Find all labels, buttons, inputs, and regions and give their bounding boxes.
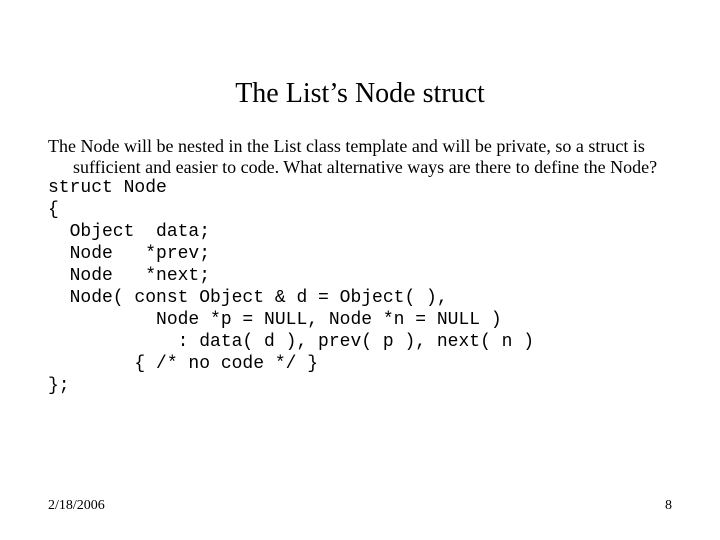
- code-line: Node *next;: [48, 266, 684, 288]
- code-line: Node *prev;: [48, 244, 684, 266]
- footer-page-number: 8: [665, 498, 672, 514]
- code-line: : data( d ), prev( p ), next( n ): [48, 332, 684, 354]
- code-line: };: [48, 376, 684, 398]
- code-line: struct Node: [48, 178, 684, 200]
- page-title: The List’s Node struct: [0, 78, 720, 110]
- code-line: { /* no code */ }: [48, 354, 684, 376]
- code-line: {: [48, 200, 684, 222]
- footer-date: 2/18/2006: [48, 498, 105, 514]
- code-line: Node( const Object & d = Object( ),: [48, 288, 684, 310]
- code-line: Node *p = NULL, Node *n = NULL ): [48, 310, 684, 332]
- slide: The List’s Node struct The Node will be …: [0, 0, 720, 540]
- slide-body: The Node will be nested in the List clas…: [48, 136, 684, 398]
- intro-paragraph: The Node will be nested in the List clas…: [48, 136, 684, 178]
- code-line: Object data;: [48, 222, 684, 244]
